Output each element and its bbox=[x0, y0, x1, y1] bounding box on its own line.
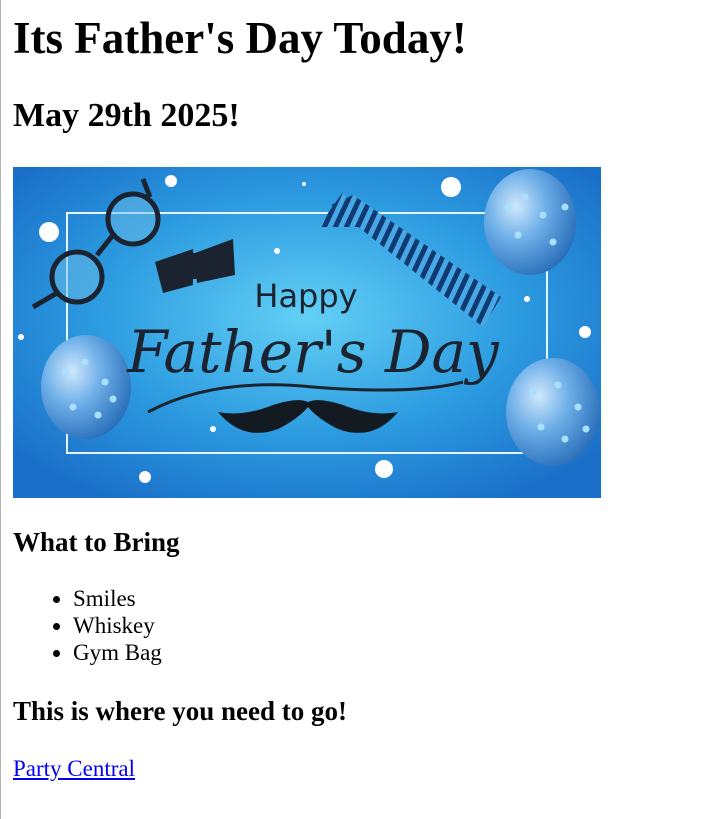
date-heading: May 29th 2025! bbox=[13, 97, 240, 134]
list-item: Whiskey bbox=[73, 612, 162, 639]
page-left-border bbox=[0, 0, 1, 819]
what-to-bring-heading: What to Bring bbox=[13, 527, 180, 557]
page-title: Its Father's Day Today! bbox=[13, 13, 467, 63]
location-heading: This is where you need to go! bbox=[13, 696, 348, 726]
banner-text-fathers-day: Father's Day bbox=[126, 318, 500, 386]
list-item: Gym Bag bbox=[73, 639, 162, 666]
party-central-link[interactable]: Party Central bbox=[13, 755, 135, 783]
bring-list: Smiles Whiskey Gym Bag bbox=[13, 585, 162, 666]
banner-text-happy: Happy bbox=[254, 277, 357, 315]
fathers-day-banner-image: Happy Father's Day bbox=[13, 167, 601, 498]
list-item: Smiles bbox=[73, 585, 162, 612]
